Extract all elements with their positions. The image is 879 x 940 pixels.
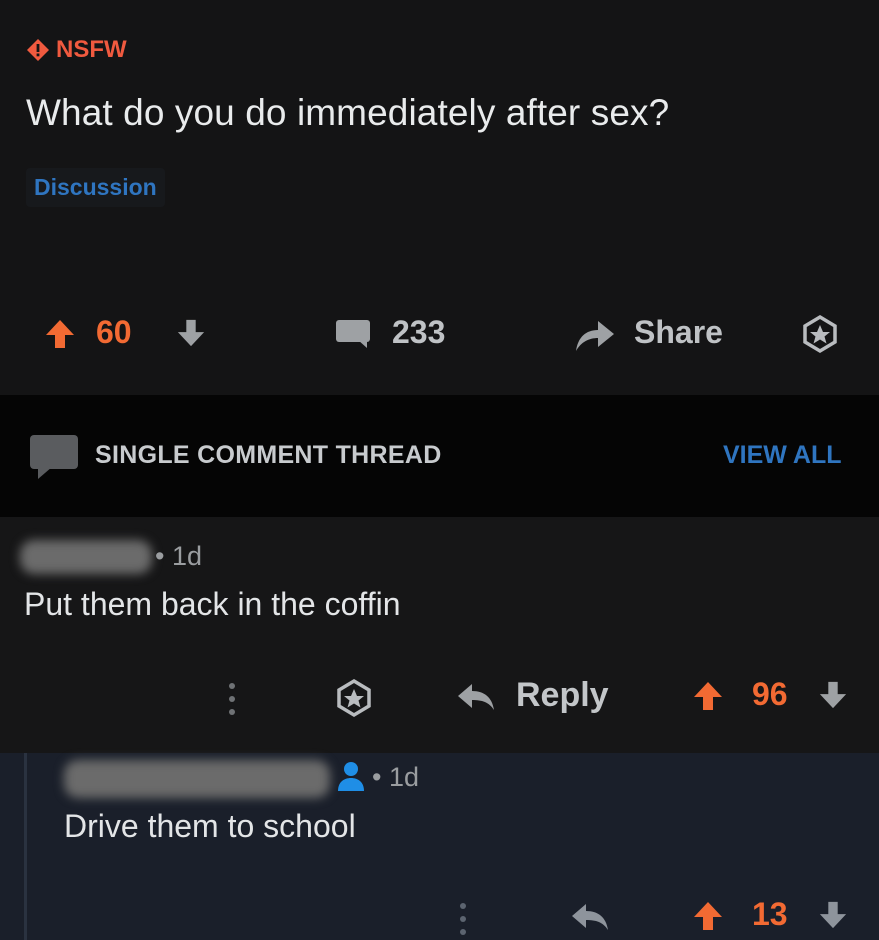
username-redacted[interactable] xyxy=(64,760,330,798)
upvote-icon[interactable] xyxy=(44,318,76,350)
comment-body: Put them back in the coffin xyxy=(24,586,401,622)
share-arrow-icon[interactable] xyxy=(572,317,616,353)
downvote-icon[interactable] xyxy=(818,680,848,710)
post-title[interactable]: What do you do immediately after sex? xyxy=(26,92,669,134)
downvote-icon[interactable] xyxy=(176,318,206,348)
reply-arrow-icon[interactable] xyxy=(570,902,610,932)
award-icon[interactable] xyxy=(334,678,374,718)
award-icon[interactable] xyxy=(800,314,840,354)
view-all-link[interactable]: VIEW ALL xyxy=(723,441,842,470)
comment-bubble-icon[interactable] xyxy=(334,318,374,350)
thread-line[interactable] xyxy=(24,753,27,940)
share-button[interactable]: Share xyxy=(634,314,723,351)
more-vertical-icon[interactable] xyxy=(227,682,237,716)
comment-time: • 1d xyxy=(155,541,202,571)
post-score: 60 xyxy=(96,314,132,350)
comment-score: 13 xyxy=(752,896,788,932)
downvote-icon[interactable] xyxy=(818,900,848,930)
more-vertical-icon[interactable] xyxy=(458,902,468,936)
comment-score: 96 xyxy=(752,676,788,712)
comment-time: • 1d xyxy=(372,762,419,792)
reply-button[interactable]: Reply xyxy=(516,676,609,715)
username-redacted[interactable] xyxy=(20,540,152,574)
person-icon xyxy=(336,760,366,792)
upvote-icon[interactable] xyxy=(692,900,724,932)
post-flair[interactable]: Discussion xyxy=(26,168,165,207)
upvote-icon[interactable] xyxy=(692,680,724,712)
comment-count[interactable]: 233 xyxy=(392,314,445,351)
nsfw-label: NSFW xyxy=(56,36,127,63)
nsfw-tag: NSFW xyxy=(26,36,127,64)
thread-title: SINGLE COMMENT THREAD xyxy=(95,441,442,469)
comment-bubble-icon xyxy=(28,433,80,481)
comment-body: Drive them to school xyxy=(64,808,356,844)
nsfw-diamond-icon xyxy=(27,39,49,61)
reply-arrow-icon[interactable] xyxy=(456,682,496,712)
